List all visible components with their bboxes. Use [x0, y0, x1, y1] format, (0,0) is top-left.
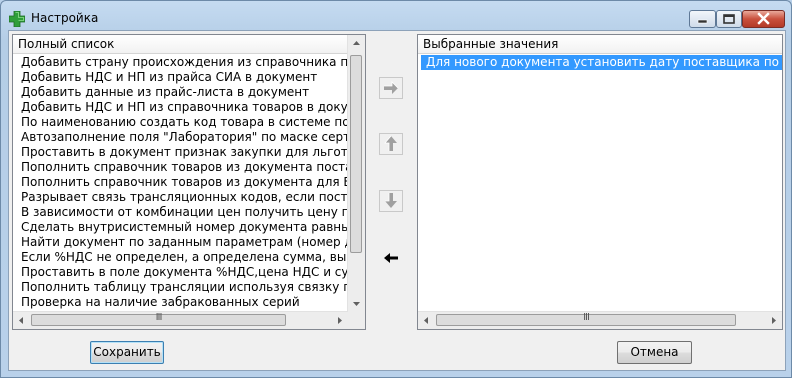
full-list-vertical-scrollbar[interactable] — [347, 35, 365, 312]
scrollbar-corner — [348, 312, 365, 329]
list-item[interactable]: Проставить в документ признак закупки дл… — [16, 145, 365, 160]
full-list-rows: Добавить страну происхождения из справоч… — [16, 55, 365, 310]
scroll-left-arrow-icon[interactable] — [418, 312, 435, 329]
list-item[interactable]: Автозаполнение поля "Лаборатория" по мас… — [16, 130, 365, 145]
list-item[interactable]: Сделать внутрисистемный номер документа … — [16, 220, 365, 235]
horizontal-scroll-thumb[interactable]: III — [436, 312, 736, 326]
move-up-button[interactable] — [379, 133, 403, 155]
list-item[interactable]: По наименованию создать код товара в сис… — [16, 115, 365, 130]
full-list-header: Полный список — [13, 35, 365, 54]
list-item[interactable]: Для нового документа установить дату пос… — [421, 55, 782, 70]
minimize-button[interactable] — [689, 10, 716, 28]
arrow-left-icon — [384, 253, 398, 263]
arrow-right-icon — [384, 81, 399, 94]
full-list[interactable]: Полный список Добавить страну происхожде… — [12, 34, 366, 330]
title-bar[interactable]: Настройка — [1, 1, 791, 31]
window-title: Настройка — [31, 11, 99, 25]
scroll-down-arrow-icon[interactable] — [348, 295, 365, 312]
green-plus-icon — [9, 11, 25, 27]
move-down-button[interactable] — [379, 190, 403, 212]
close-button[interactable] — [742, 10, 785, 28]
list-item[interactable]: Пополнить справочник товаров из документ… — [16, 160, 365, 175]
list-item[interactable]: Добавить НДС и НП из справочника товаров… — [16, 100, 365, 115]
list-item[interactable]: Добавить данные из прайс-листа в докумен… — [16, 85, 365, 100]
settings-window: Настройка Полный список Добавить страну … — [0, 0, 792, 378]
selected-list-header: Выбранные значения — [418, 35, 782, 54]
list-item[interactable]: Добавить НДС и НП из прайса СИА в докуме… — [16, 70, 365, 85]
list-item[interactable]: Добавить страну происхождения из справоч… — [16, 55, 365, 70]
list-item[interactable]: Если %НДС не определен, а определена сум… — [16, 250, 365, 265]
list-item[interactable]: В зависимости от комбинации цен получить… — [16, 205, 365, 220]
minimize-icon — [697, 19, 708, 24]
cancel-button[interactable]: Отмена — [617, 341, 692, 364]
selected-list-horizontal-scrollbar[interactable]: III — [418, 311, 782, 329]
move-right-button[interactable] — [379, 77, 403, 99]
horizontal-scroll-thumb[interactable]: III — [31, 312, 286, 326]
scroll-right-arrow-icon[interactable] — [765, 312, 782, 329]
list-item[interactable]: Разрывает связь трансляционных кодов, ес… — [16, 190, 365, 205]
close-icon — [757, 12, 770, 25]
scroll-up-arrow-icon[interactable] — [348, 35, 365, 52]
scroll-grip: III — [155, 312, 163, 323]
list-item[interactable]: Проверка на наличие забракованных серий — [16, 295, 365, 310]
arrow-up-icon — [384, 135, 397, 151]
maximize-button[interactable] — [716, 10, 742, 28]
selected-list-rows: Для нового документа установить дату пос… — [421, 55, 782, 70]
scroll-right-arrow-icon[interactable] — [331, 312, 348, 329]
save-button[interactable]: Сохранить — [90, 341, 164, 364]
dialog-body: Полный список Добавить страну происхожде… — [8, 30, 786, 371]
list-item[interactable]: Проставить в поле документа %НДС,цена НД… — [16, 265, 365, 280]
move-left-button[interactable] — [379, 247, 403, 269]
maximize-icon — [723, 14, 735, 24]
list-item[interactable]: Пополнить таблицу трансляции используя с… — [16, 280, 365, 295]
scroll-grip: III — [583, 312, 590, 323]
selected-list[interactable]: Выбранные значения Для нового документа … — [417, 34, 783, 330]
vertical-scroll-thumb[interactable] — [350, 55, 362, 253]
list-item[interactable]: Пополнить справочник товаров из документ… — [16, 175, 365, 190]
scroll-left-arrow-icon[interactable] — [13, 312, 30, 329]
full-list-horizontal-scrollbar[interactable]: III — [13, 311, 348, 329]
list-item[interactable]: Найти документ по заданным параметрам (н… — [16, 235, 365, 250]
arrow-down-icon — [385, 193, 397, 208]
